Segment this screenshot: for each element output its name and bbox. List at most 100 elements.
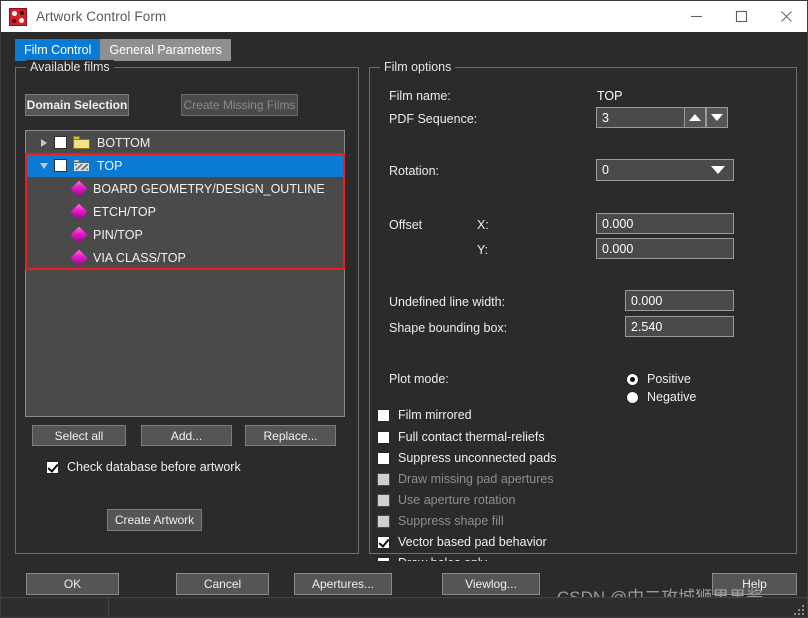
undefined-line-width-input[interactable]: 0.000 [625,290,734,311]
shape-bounding-box-label: Shape bounding box: [389,321,508,335]
stepper-down-icon[interactable] [706,107,728,128]
tree-item-label: BOTTOM [97,135,151,150]
create-artwork-button[interactable]: Create Artwork [107,509,202,531]
chevron-down-icon[interactable] [711,166,725,174]
tab-film-control[interactable]: Film Control [15,39,101,61]
film-mirrored-checkbox[interactable] [377,408,390,422]
layer-diamond-icon [70,180,88,197]
offset-x-label: X: [477,218,489,232]
minimize-icon[interactable] [674,1,719,32]
plot-mode-negative-radio[interactable] [626,390,639,404]
status-bar [1,597,807,617]
tree-item-checkbox[interactable] [54,136,67,149]
undefined-line-width-label: Undefined line width: [389,295,506,309]
tree-row[interactable]: BOTTOM [26,131,344,154]
status-cell-left [1,598,109,617]
vector-based-pad-behavior-label: Vector based pad behavior [398,535,547,549]
layer-diamond-icon [70,249,88,266]
film-mirrored-row[interactable]: Film mirrored [377,407,472,423]
offset-x-input[interactable]: 0.000 [596,213,734,234]
tree-row[interactable]: PIN/TOP [26,223,344,246]
check-database-checkbox[interactable] [46,460,59,474]
rotation-select[interactable]: 0 [596,159,734,181]
artwork-control-form-window: Artwork Control Form Film Control Genera… [0,0,808,618]
pdf-sequence-input[interactable]: 3 [596,107,697,128]
tree-item-label: PIN/TOP [93,227,143,242]
film-mirrored-label: Film mirrored [398,408,472,422]
plot-mode-negative-row[interactable]: Negative [626,389,696,405]
ok-button[interactable]: OK [26,573,119,595]
maximize-icon[interactable] [719,1,764,32]
create-missing-films-button: Create Missing Films [181,94,298,116]
cancel-button[interactable]: Cancel [176,573,269,595]
check-database-label: Check database before artwork [67,460,241,474]
close-icon[interactable] [764,1,807,32]
plot-mode-positive-radio[interactable] [626,372,639,386]
vector-based-pad-behavior-checkbox[interactable] [377,535,390,549]
suppress-unconnected-pads-checkbox[interactable] [377,451,390,465]
stepper-up-icon[interactable] [684,107,706,128]
tree-row[interactable]: TOP [26,154,344,177]
tree-row[interactable]: VIA CLASS/TOP [26,246,344,269]
suppress-unconnected-pads-row[interactable]: Suppress unconnected pads [377,450,556,466]
apertures-button[interactable]: Apertures... [294,573,392,595]
offset-y-input[interactable]: 0.000 [596,238,734,259]
offset-label: Offset [389,218,423,232]
tree-item-label: BOARD GEOMETRY/DESIGN_OUTLINE [93,181,325,196]
suppress-shape-fill-row: Suppress shape fill [377,513,504,529]
full-contact-thermal-reliefs-checkbox[interactable] [377,430,390,444]
plot-mode-negative-label: Negative [647,390,697,404]
tree-item-checkbox[interactable] [54,159,67,172]
shape-bounding-box-input[interactable]: 2.540 [625,316,734,337]
plot-mode-label: Plot mode: [389,372,449,386]
artwork-app-icon [9,7,27,26]
folder-open-icon [73,159,90,172]
tab-strip: Film Control General Parameters [15,39,231,61]
suppress-unconnected-pads-label: Suppress unconnected pads [398,451,557,465]
tab-general-parameters[interactable]: General Parameters [100,39,231,61]
select-all-button[interactable]: Select all [32,425,126,446]
use-aperture-rotation-checkbox [377,493,390,507]
status-cell-main [109,598,781,617]
use-aperture-rotation-label: Use aperture rotation [398,493,516,507]
films-tree[interactable]: BOTTOM TOP BOARD GEOMETRY/DESIGN_OUTLINE… [25,130,345,417]
replace-button[interactable]: Replace... [245,425,336,446]
folder-closed-icon [73,136,90,149]
help-button[interactable]: Help [712,573,797,595]
suppress-shape-fill-checkbox [377,514,390,528]
film-name-label: Film name: [389,89,451,103]
pdf-sequence-label: PDF Sequence: [389,112,478,126]
chevron-down-icon[interactable] [34,162,54,169]
rotation-label: Rotation: [389,164,440,178]
chevron-right-icon[interactable] [34,138,54,147]
resize-grip[interactable] [794,605,806,617]
tree-row[interactable]: BOARD GEOMETRY/DESIGN_OUTLINE [26,177,344,200]
full-contact-thermal-reliefs-label: Full contact thermal-reliefs [398,430,545,444]
window-title: Artwork Control Form [36,9,167,24]
draw-missing-pad-apertures-label: Draw missing pad apertures [398,472,554,486]
action-bar [1,561,807,596]
film-name-value: TOP [597,89,623,103]
film-options-legend: Film options [380,60,456,74]
plot-mode-positive-row[interactable]: Positive [626,371,691,387]
viewlog-button[interactable]: Viewlog... [442,573,540,595]
check-database-before-artwork-row[interactable]: Check database before artwork [46,459,241,475]
title-bar: Artwork Control Form [1,1,807,32]
draw-missing-pad-apertures-row: Draw missing pad apertures [377,471,554,487]
available-films-legend: Available films [26,60,114,74]
offset-y-label: Y: [477,243,489,257]
suppress-shape-fill-label: Suppress shape fill [398,514,504,528]
use-aperture-rotation-row: Use aperture rotation [377,492,515,508]
tree-row[interactable]: ETCH/TOP [26,200,344,223]
plot-mode-positive-label: Positive [647,372,691,386]
full-contact-thermal-reliefs-row[interactable]: Full contact thermal-reliefs [377,429,545,445]
draw-missing-pad-apertures-checkbox [377,472,390,486]
vector-based-pad-behavior-row[interactable]: Vector based pad behavior [377,534,547,550]
domain-selection-button[interactable]: Domain Selection [25,94,129,116]
pdf-sequence-stepper[interactable] [684,107,728,128]
add-button[interactable]: Add... [141,425,232,446]
tree-item-label: ETCH/TOP [93,204,156,219]
window-controls [674,1,807,32]
tree-item-label: TOP [97,158,123,173]
rotation-value: 0 [602,163,609,177]
